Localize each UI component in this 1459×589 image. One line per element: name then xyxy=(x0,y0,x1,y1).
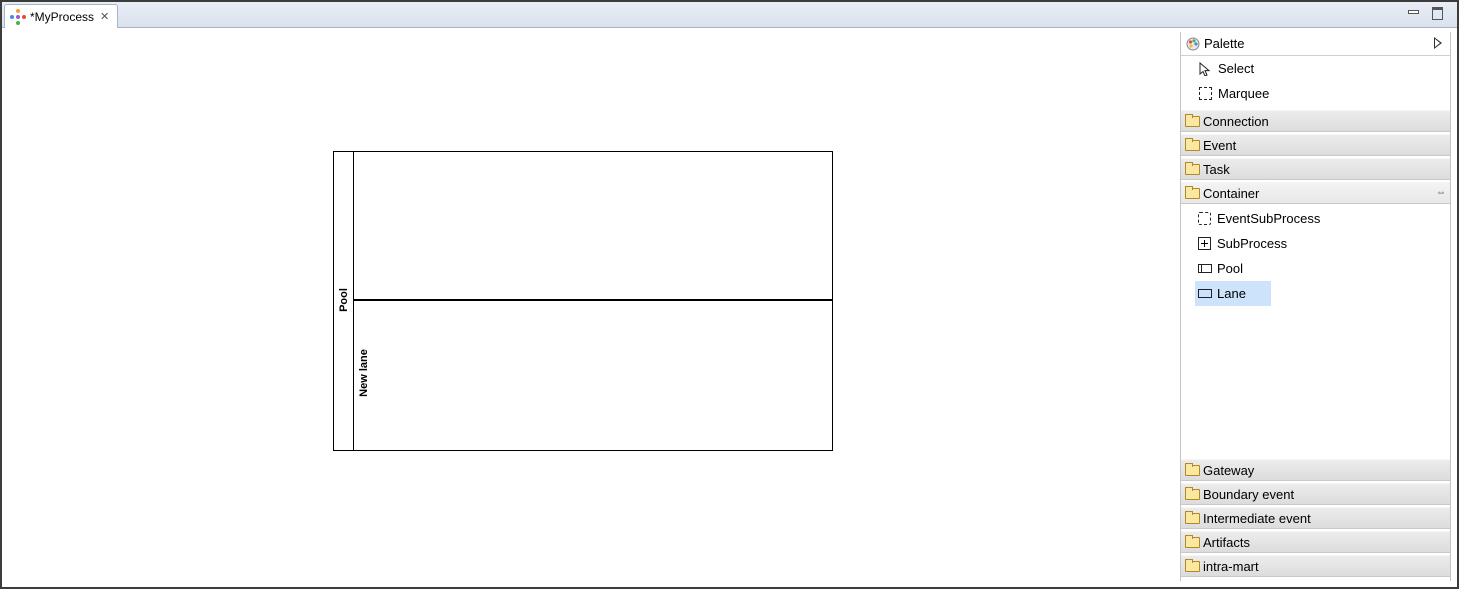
drawer-intermediate-event[interactable]: Intermediate event xyxy=(1181,507,1450,529)
tool-label: SubProcess xyxy=(1217,236,1288,251)
drawer-label: Gateway xyxy=(1203,462,1255,478)
drawer-label: Container xyxy=(1203,185,1260,201)
palette-header[interactable]: Palette xyxy=(1181,32,1450,56)
pin-icon[interactable]: ⇔ xyxy=(1436,187,1446,198)
palette-title: Palette xyxy=(1204,36,1245,51)
pool-icon xyxy=(1198,263,1212,273)
diagram-canvas[interactable]: Pool New lane xyxy=(4,29,1179,585)
drawer-task[interactable]: Task xyxy=(1181,158,1450,180)
tool-marquee-label: Marquee xyxy=(1218,86,1270,101)
tool-select[interactable]: Select xyxy=(1181,56,1450,81)
folder-icon xyxy=(1185,113,1200,127)
cursor-arrow-icon xyxy=(1199,61,1211,76)
tool-label: Pool xyxy=(1217,261,1244,276)
subprocess-icon xyxy=(1198,236,1211,250)
folder-icon xyxy=(1185,462,1200,476)
drawer-label: Boundary event xyxy=(1203,486,1295,502)
pool-shape[interactable]: Pool New lane xyxy=(333,151,833,451)
drawer-label: Artifacts xyxy=(1203,534,1250,550)
drawer-label: Task xyxy=(1203,161,1230,177)
editor-tab-bar: *MyProcess ✕ xyxy=(2,2,1457,28)
tab-title: *MyProcess xyxy=(30,9,95,24)
folder-icon xyxy=(1185,137,1200,151)
lane-shape-upper[interactable] xyxy=(354,152,832,301)
folder-icon xyxy=(1185,510,1200,524)
palette-panel: Palette Select Marquee Connection Event … xyxy=(1180,32,1451,581)
drawer-event[interactable]: Event xyxy=(1181,134,1450,156)
minimize-icon[interactable] xyxy=(1407,6,1419,18)
folder-icon xyxy=(1185,486,1200,500)
lane-label: New lane xyxy=(358,349,370,397)
lane-icon xyxy=(1198,288,1212,298)
tool-pool[interactable]: Pool xyxy=(1181,256,1450,281)
drawer-container[interactable]: Container ⇔ xyxy=(1181,182,1450,204)
marquee-icon xyxy=(1199,86,1212,100)
palette-bottom-drawers: Gateway Boundary event Intermediate even… xyxy=(1181,459,1450,579)
drawer-label: Event xyxy=(1203,137,1237,153)
lane-shape-new-lane[interactable]: New lane xyxy=(354,301,832,450)
tool-eventsubprocess[interactable]: EventSubProcess xyxy=(1181,206,1450,231)
folder-icon xyxy=(1185,558,1200,572)
folder-open-icon xyxy=(1185,185,1200,199)
drawer-intra-mart[interactable]: intra-mart xyxy=(1181,555,1450,577)
tool-label: EventSubProcess xyxy=(1217,211,1321,226)
drawer-label: intra-mart xyxy=(1203,558,1259,574)
close-tab-icon[interactable]: ✕ xyxy=(100,10,109,23)
maximize-icon[interactable] xyxy=(1431,6,1443,20)
event-subprocess-icon xyxy=(1198,211,1211,225)
collapse-palette-icon[interactable] xyxy=(1434,37,1442,49)
pool-header[interactable]: Pool xyxy=(334,152,354,450)
drawer-label: Intermediate event xyxy=(1203,510,1311,526)
tool-marquee[interactable]: Marquee xyxy=(1181,81,1450,106)
tool-lane[interactable]: Lane xyxy=(1195,281,1271,306)
drawer-connection[interactable]: Connection xyxy=(1181,110,1450,132)
pool-label: Pool xyxy=(338,288,350,312)
drawer-gateway[interactable]: Gateway xyxy=(1181,459,1450,481)
tab-myprocess[interactable]: *MyProcess ✕ xyxy=(4,4,118,28)
palette-icon xyxy=(1186,37,1200,50)
folder-icon xyxy=(1185,534,1200,548)
editor-window: *MyProcess ✕ Pool New lane Palette Selec… xyxy=(0,0,1459,589)
folder-icon xyxy=(1185,161,1200,175)
tool-label: Lane xyxy=(1217,286,1246,301)
tool-subprocess[interactable]: SubProcess xyxy=(1181,231,1450,256)
process-icon xyxy=(10,8,26,25)
tool-select-label: Select xyxy=(1218,61,1255,76)
drawer-label: Connection xyxy=(1203,113,1269,129)
drawer-boundary-event[interactable]: Boundary event xyxy=(1181,483,1450,505)
drawer-artifacts[interactable]: Artifacts xyxy=(1181,531,1450,553)
